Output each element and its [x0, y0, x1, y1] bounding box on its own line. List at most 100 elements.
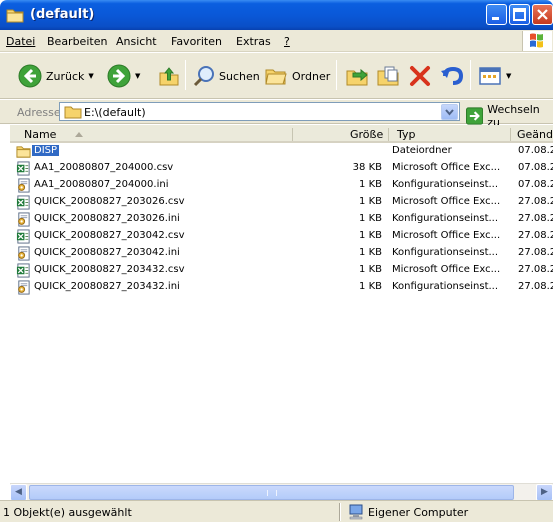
- back-dropdown-icon[interactable]: ▼: [88, 72, 93, 80]
- file-name: DISP: [32, 145, 60, 156]
- excel-file-icon: [16, 161, 30, 176]
- file-type: Konfigurationseinst...: [392, 213, 499, 224]
- scroll-thumb[interactable]: [29, 485, 514, 500]
- undo-button[interactable]: [440, 65, 464, 87]
- maximize-button[interactable]: [509, 4, 530, 25]
- horizontal-scrollbar[interactable]: ◀ ▶: [10, 483, 553, 501]
- back-button[interactable]: Zurück ▼: [18, 64, 94, 88]
- ini-file-icon: [18, 212, 30, 227]
- folder-up-icon: [159, 67, 179, 86]
- forward-button[interactable]: ▼: [107, 64, 140, 88]
- ini-file-icon: [18, 246, 30, 261]
- file-date: 07.08.20: [518, 179, 553, 190]
- title-bar[interactable]: (default): [0, 0, 553, 30]
- toolbar-separator: [185, 60, 186, 90]
- file-size: 1 KB: [359, 281, 382, 292]
- folders-button[interactable]: Ordner: [264, 65, 330, 87]
- menu-datei[interactable]: Datei: [6, 35, 35, 48]
- column-header-size[interactable]: Größe: [350, 128, 383, 141]
- close-button[interactable]: [532, 4, 553, 25]
- move-to-folder-icon: [346, 68, 368, 86]
- list-item[interactable]: QUICK_20080827_203026.ini 1 KB Konfigurati…: [10, 211, 553, 228]
- file-name: AA1_20080807_204000.csv: [34, 162, 174, 173]
- file-name: QUICK_20080827_203026.csv: [34, 196, 185, 207]
- list-item[interactable]: QUICK_20080827_203026.csv 1 KB Microsoft O…: [10, 194, 553, 211]
- folder-icon: [6, 9, 24, 23]
- views-button[interactable]: ▼: [478, 65, 511, 87]
- list-left-margin: [0, 125, 10, 500]
- scroll-right-button[interactable]: ▶: [536, 484, 553, 501]
- list-item[interactable]: AA1_20080807_204000.csv 38 KB Microsoft Of…: [10, 160, 553, 177]
- copy-to-button[interactable]: [376, 65, 400, 87]
- list-item[interactable]: QUICK_20080827_203042.ini 1 KB Konfigurati…: [10, 245, 553, 262]
- window-title: (default): [30, 7, 95, 22]
- search-icon: [193, 66, 214, 87]
- minimize-button[interactable]: [486, 4, 507, 25]
- file-type: Microsoft Office Exc...: [392, 230, 501, 241]
- folders-icon: [265, 69, 287, 85]
- file-type: Microsoft Office Exc...: [392, 162, 501, 173]
- column-header-date[interactable]: Geände: [517, 128, 553, 141]
- address-label: Adresse: [17, 106, 61, 119]
- address-input[interactable]: E:\(default): [59, 102, 460, 121]
- excel-file-icon: [16, 229, 30, 244]
- column-header-type[interactable]: Typ: [397, 128, 416, 141]
- delete-x-icon: [410, 66, 430, 86]
- search-button[interactable]: Suchen: [193, 65, 260, 87]
- file-type: Dateiordner: [392, 145, 452, 156]
- file-type: Konfigurationseinst...: [392, 281, 499, 292]
- forward-dropdown-icon[interactable]: ▼: [135, 72, 140, 80]
- file-name: AA1_20080807_204000.ini: [34, 179, 169, 190]
- file-size: 38 KB: [352, 162, 382, 173]
- close-icon: [537, 9, 548, 20]
- views-dropdown-icon[interactable]: ▼: [506, 72, 511, 80]
- file-name: QUICK_20080827_203042.csv: [34, 230, 185, 241]
- file-date: 27.08.20: [518, 213, 553, 224]
- toolbar: Zurück ▼ ▼ Suchen Ordner ▼: [0, 53, 553, 99]
- scroll-grip: [267, 490, 277, 496]
- address-dropdown-button[interactable]: [441, 104, 458, 120]
- go-arrow-icon: [466, 107, 484, 125]
- file-name: QUICK_20080827_203432.ini: [34, 281, 180, 292]
- list-item[interactable]: QUICK_20080827_203432.csv 1 KB Microsoft O…: [10, 262, 553, 279]
- windows-flag-icon: [530, 33, 543, 48]
- address-value: E:\(default): [84, 106, 146, 119]
- file-date: 07.08.20: [518, 145, 553, 156]
- views-icon: [479, 67, 501, 85]
- file-name: QUICK_20080827_203026.ini: [34, 213, 180, 224]
- up-button[interactable]: [158, 65, 180, 87]
- file-date: 07.08.20: [518, 162, 553, 173]
- move-to-button[interactable]: [345, 65, 369, 87]
- file-type: Microsoft Office Exc...: [392, 264, 501, 275]
- forward-arrow-icon: [107, 64, 131, 88]
- file-name: QUICK_20080827_203042.ini: [34, 247, 180, 258]
- file-date: 27.08.20: [518, 281, 553, 292]
- menu-help[interactable]: ?: [284, 35, 290, 48]
- file-size: 1 KB: [359, 247, 382, 258]
- column-divider[interactable]: [388, 128, 389, 141]
- file-size: 1 KB: [359, 230, 382, 241]
- status-separator: [339, 503, 341, 521]
- file-list: DISPDateiordner07.08.20AA1_20080807_2040…: [10, 143, 553, 483]
- list-item[interactable]: DISP Dateiordner 07.08.20: [10, 143, 553, 160]
- file-size: 1 KB: [359, 196, 382, 207]
- menu-extras[interactable]: Extras: [236, 35, 271, 48]
- list-item[interactable]: QUICK_20080827_203432.ini 1 KB Konfigurati…: [10, 279, 553, 296]
- back-arrow-icon: [18, 64, 42, 88]
- menu-bearbeiten[interactable]: Bearbeiten: [47, 35, 107, 48]
- minimize-icon: [492, 17, 499, 20]
- file-type: Konfigurationseinst...: [392, 247, 499, 258]
- list-item[interactable]: QUICK_20080827_203042.csv 1 KB Microsoft O…: [10, 228, 553, 245]
- delete-button[interactable]: [409, 65, 431, 87]
- excel-file-icon: [16, 195, 30, 210]
- scroll-left-button[interactable]: ◀: [10, 484, 27, 501]
- file-type: Konfigurationseinst...: [392, 179, 499, 190]
- menu-favoriten[interactable]: Favoriten: [171, 35, 222, 48]
- computer-icon: [349, 504, 363, 520]
- menu-ansicht[interactable]: Ansicht: [116, 35, 157, 48]
- list-header: Name Größe Typ Geände: [10, 125, 553, 143]
- column-divider[interactable]: [510, 128, 511, 141]
- list-item[interactable]: AA1_20080807_204000.ini 1 KB Konfiguration…: [10, 177, 553, 194]
- column-header-name[interactable]: Name: [24, 128, 84, 141]
- column-divider[interactable]: [292, 128, 293, 141]
